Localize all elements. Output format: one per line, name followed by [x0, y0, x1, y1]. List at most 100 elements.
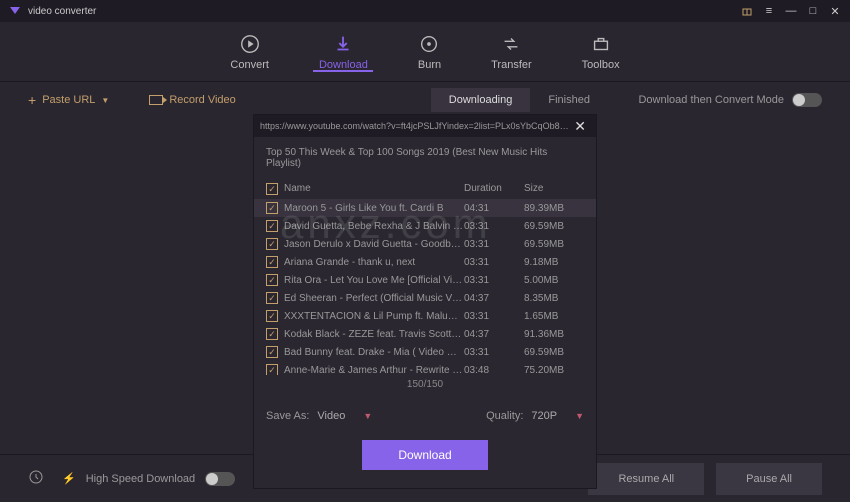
nav-label: Transfer: [491, 59, 532, 71]
row-checkbox[interactable]: ✓: [266, 220, 278, 232]
row-name: XXXTENTACION & Lil Pump ft. Maluma & Swa…: [284, 311, 464, 322]
modal-close-button[interactable]: ✕: [570, 118, 590, 135]
row-size: 89.39MB: [524, 203, 584, 214]
chevron-down-icon: ▼: [101, 96, 109, 105]
list-item[interactable]: ✓ Maroon 5 - Girls Like You ft. Cardi B …: [254, 199, 596, 217]
list-item[interactable]: ✓ Anne-Marie & James Arthur - Rewrite Th…: [254, 361, 596, 375]
row-name: Maroon 5 - Girls Like You ft. Cardi B: [284, 203, 464, 214]
app-title: video converter: [28, 6, 740, 17]
paste-url-label: Paste URL: [42, 94, 95, 106]
row-duration: 03:31: [464, 221, 524, 232]
pause-all-button[interactable]: Pause All: [716, 463, 822, 495]
list-item[interactable]: ✓ Rita Ora - Let You Love Me [Official V…: [254, 271, 596, 289]
download-button[interactable]: Download: [362, 440, 487, 470]
menu-icon[interactable]: ≡: [762, 4, 776, 18]
save-as-dropdown[interactable]: Video ▼: [317, 410, 372, 422]
header-name: Name: [284, 183, 464, 195]
row-size: 91.36MB: [524, 329, 584, 340]
row-checkbox[interactable]: ✓: [266, 364, 278, 375]
row-size: 75.20MB: [524, 365, 584, 376]
bolt-icon: ⚡: [62, 472, 76, 485]
download-modal: https://www.youtube.com/watch?v=ft4jcPSL…: [253, 114, 597, 489]
row-duration: 04:37: [464, 293, 524, 304]
nav-toolbox[interactable]: Toolbox: [582, 33, 620, 71]
nav-transfer[interactable]: Transfer: [491, 33, 532, 71]
status-tabs: Downloading Finished: [431, 88, 608, 112]
row-name: Jason Derulo x David Guetta - Goodbye (f…: [284, 239, 464, 250]
action-bar: + Paste URL ▼ Record Video Downloading F…: [0, 82, 850, 118]
header-duration: Duration: [464, 183, 524, 195]
row-duration: 03:31: [464, 311, 524, 322]
camera-icon: [149, 95, 163, 105]
url-bar: https://www.youtube.com/watch?v=ft4jcPSL…: [254, 115, 596, 137]
row-checkbox[interactable]: ✓: [266, 256, 278, 268]
tab-finished[interactable]: Finished: [530, 88, 608, 112]
row-size: 69.59MB: [524, 347, 584, 358]
row-checkbox[interactable]: ✓: [266, 292, 278, 304]
row-duration: 04:31: [464, 203, 524, 214]
row-duration: 03:48: [464, 365, 524, 376]
tab-downloading[interactable]: Downloading: [431, 88, 531, 112]
nav-burn[interactable]: Burn: [418, 33, 441, 71]
playlist-title: Top 50 This Week & Top 100 Songs 2019 (B…: [254, 137, 596, 179]
toolbox-icon: [590, 33, 612, 55]
clock-icon[interactable]: [28, 469, 44, 488]
chevron-down-icon: ▼: [575, 411, 584, 421]
row-duration: 03:31: [464, 275, 524, 286]
row-checkbox[interactable]: ✓: [266, 310, 278, 322]
list-item[interactable]: ✓ Kodak Black - ZEZE feat. Travis Scott …: [254, 325, 596, 343]
row-checkbox[interactable]: ✓: [266, 346, 278, 358]
list-item[interactable]: ✓ Jason Derulo x David Guetta - Goodbye …: [254, 235, 596, 253]
list-item[interactable]: ✓ Ariana Grande - thank u, next 03:31 9.…: [254, 253, 596, 271]
maximize-icon[interactable]: □: [806, 4, 820, 18]
row-checkbox[interactable]: ✓: [266, 328, 278, 340]
hsd-toggle[interactable]: [205, 472, 235, 486]
row-name: Kodak Black - ZEZE feat. Travis Scott & …: [284, 329, 464, 340]
minimize-icon[interactable]: —: [784, 4, 798, 18]
row-name: David Guetta, Bebe Rexha & J Balvin - Sa…: [284, 221, 464, 232]
convert-mode-label: Download then Convert Mode: [638, 94, 784, 106]
list-item[interactable]: ✓ XXXTENTACION & Lil Pump ft. Maluma & S…: [254, 307, 596, 325]
record-video-label: Record Video: [169, 94, 235, 106]
quality-value: 720P: [531, 410, 557, 422]
row-name: Ed Sheeran - Perfect (Official Music Vid…: [284, 293, 464, 304]
row-name: Rita Ora - Let You Love Me [Official Vid…: [284, 275, 464, 286]
header-size: Size: [524, 183, 584, 195]
quality-dropdown[interactable]: 720P ▼: [531, 410, 584, 422]
list-item[interactable]: ✓ Bad Bunny feat. Drake - Mia ( Video Of…: [254, 343, 596, 361]
gift-icon[interactable]: [740, 4, 754, 18]
row-size: 9.18MB: [524, 257, 584, 268]
main-nav: Convert Download Burn Transfer Toolbox: [0, 22, 850, 82]
close-icon[interactable]: ✕: [828, 4, 842, 18]
list-header: ✓ Name Duration Size: [254, 179, 596, 199]
row-size: 5.00MB: [524, 275, 584, 286]
row-duration: 03:31: [464, 347, 524, 358]
row-checkbox[interactable]: ✓: [266, 202, 278, 214]
row-checkbox[interactable]: ✓: [266, 238, 278, 250]
list-item[interactable]: ✓ David Guetta, Bebe Rexha & J Balvin - …: [254, 217, 596, 235]
row-name: Ariana Grande - thank u, next: [284, 257, 464, 268]
save-as-value: Video: [317, 410, 345, 422]
url-text: https://www.youtube.com/watch?v=ft4jcPSL…: [260, 121, 570, 131]
nav-download[interactable]: Download: [319, 33, 368, 71]
app-logo-icon: [8, 4, 22, 18]
list-item[interactable]: ✓ Ed Sheeran - Perfect (Official Music V…: [254, 289, 596, 307]
save-options-row: Save As: Video ▼ Quality: 720P ▼: [254, 394, 596, 430]
list-body[interactable]: ✓ Maroon 5 - Girls Like You ft. Cardi B …: [254, 199, 596, 375]
resume-all-button[interactable]: Resume All: [588, 463, 704, 495]
nav-label: Toolbox: [582, 59, 620, 71]
row-checkbox[interactable]: ✓: [266, 274, 278, 286]
nav-label: Convert: [230, 59, 269, 71]
burn-icon: [418, 33, 440, 55]
download-icon: [332, 33, 354, 55]
record-video-button[interactable]: Record Video: [149, 94, 235, 106]
titlebar: video converter ≡ — □ ✕: [0, 0, 850, 22]
convert-mode-toggle[interactable]: [792, 93, 822, 107]
plus-icon: +: [28, 92, 36, 108]
row-duration: 03:31: [464, 239, 524, 250]
hsd-label: High Speed Download: [86, 473, 195, 485]
nav-convert[interactable]: Convert: [230, 33, 269, 71]
header-check[interactable]: ✓: [266, 183, 284, 195]
paste-url-button[interactable]: + Paste URL ▼: [28, 92, 109, 108]
row-duration: 03:31: [464, 257, 524, 268]
